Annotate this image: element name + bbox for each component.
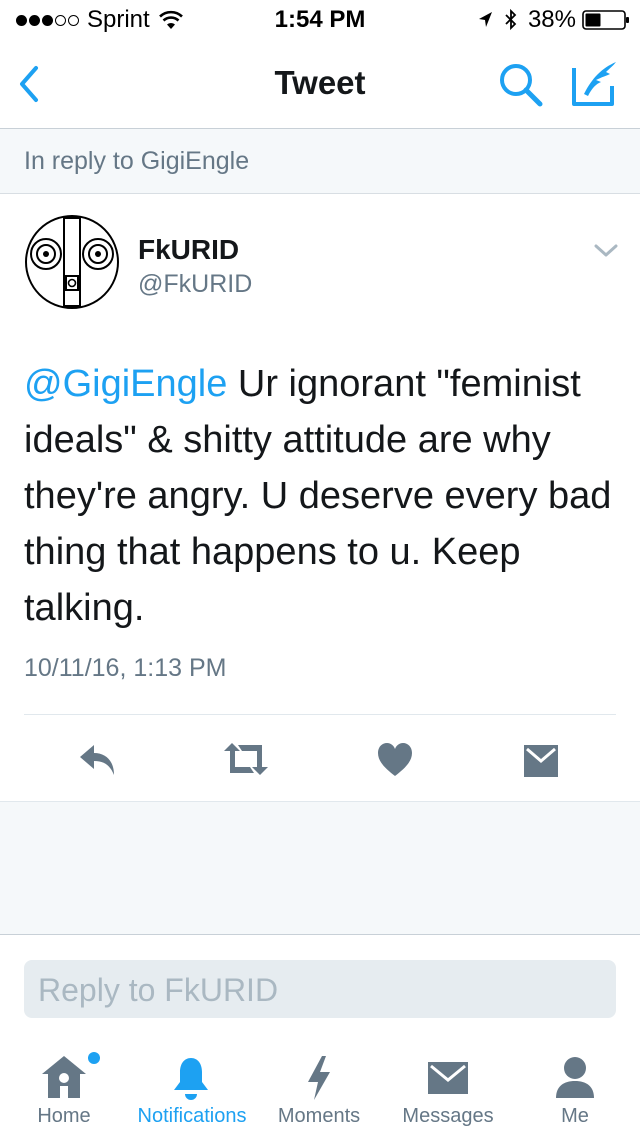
tab-messages[interactable]: Messages — [390, 1040, 506, 1136]
status-bar: Sprint 1:54 PM 38% — [0, 0, 640, 40]
retweet-button[interactable] — [220, 739, 272, 779]
avatar[interactable] — [24, 214, 120, 310]
replies-area — [0, 801, 640, 935]
home-icon — [42, 1056, 86, 1098]
tab-label: Me — [561, 1105, 589, 1127]
battery-icon — [582, 10, 629, 30]
tweet-timestamp: 10/11/16, 1:13 PM — [24, 654, 227, 682]
tab-notifications[interactable]: Notifications — [124, 1040, 260, 1136]
reply-context-text: In reply to GigiEngle — [24, 147, 250, 175]
direct-message-button[interactable] — [522, 743, 560, 779]
tab-label: Messages — [402, 1105, 494, 1127]
tab-bar: Home Notifications Moments Messages Me — [0, 1040, 640, 1136]
tweet-text: @GigiEngle Ur ignorant "feminist ideals"… — [24, 356, 624, 636]
person-icon — [556, 1057, 594, 1098]
bell-icon — [174, 1058, 208, 1100]
author-username[interactable]: @FkURID — [138, 270, 252, 299]
lightning-icon — [308, 1056, 330, 1100]
status-right: 38% — [476, 6, 630, 34]
reply-context-bar[interactable]: In reply to GigiEngle — [0, 128, 640, 194]
envelope-icon — [428, 1062, 468, 1094]
tab-moments[interactable]: Moments — [262, 1040, 376, 1136]
reply-input[interactable]: Reply to FkURID — [24, 960, 616, 1018]
home-notification-dot — [88, 1052, 100, 1064]
navigation-bar: Tweet — [0, 40, 640, 128]
chevron-down-icon[interactable] — [590, 240, 622, 262]
tab-home[interactable]: Home — [14, 1040, 114, 1136]
tweet-actions — [0, 715, 640, 801]
mention-link[interactable]: @GigiEngle — [24, 363, 227, 405]
location-arrow-icon — [478, 12, 492, 27]
tab-label: Home — [37, 1105, 91, 1127]
reply-placeholder: Reply to FkURID — [38, 972, 279, 1008]
like-button[interactable] — [376, 741, 414, 779]
search-button[interactable] — [496, 60, 546, 110]
battery-percentage: 38% — [527, 6, 576, 33]
tab-label: Notifications — [137, 1105, 247, 1127]
author-display-name[interactable]: FkURID — [138, 234, 239, 266]
tab-me[interactable]: Me — [530, 1040, 620, 1136]
reply-button[interactable] — [76, 739, 120, 779]
compose-tweet-button[interactable] — [568, 58, 622, 110]
tab-label: Moments — [277, 1105, 361, 1127]
bluetooth-icon — [505, 8, 517, 31]
